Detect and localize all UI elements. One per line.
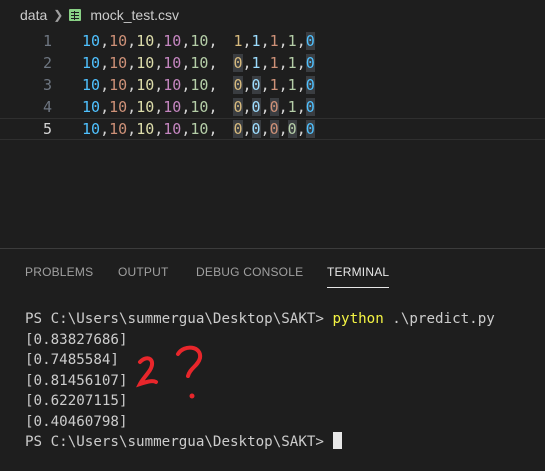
editor-line[interactable]: 4 10,10,10,10,10, 0,0,0,1,0	[0, 96, 545, 118]
csv-value: 1	[269, 76, 279, 94]
line-content: 10,10,10,10,10, 1,1,1,1,0	[82, 32, 315, 50]
csv-value: 0	[233, 98, 243, 116]
line-number: 5	[42, 120, 52, 138]
line-number: 2	[42, 54, 52, 72]
csv-value: 10	[109, 98, 128, 116]
bottom-panel: PROBLEMS OUTPUT DEBUG CONSOLE TERMINAL P…	[0, 248, 545, 471]
editor-line[interactable]: 1 10,10,10,10,10, 1,1,1,1,0	[0, 30, 545, 52]
tab-terminal[interactable]: TERMINAL	[327, 265, 390, 288]
csv-value: 10	[190, 32, 209, 50]
panel-tabs: PROBLEMS OUTPUT DEBUG CONSOLE TERMINAL	[0, 257, 545, 288]
output-line: [0.62207115]	[25, 393, 128, 409]
line-number: 4	[42, 98, 52, 116]
csv-value: 0	[305, 54, 315, 72]
output-line: [0.83827686]	[25, 331, 128, 348]
csv-value: 10	[163, 98, 182, 116]
line-content: 10,10,10,10,10, 0,1,1,1,0	[82, 54, 315, 72]
csv-value: 10	[190, 76, 209, 94]
csv-value: 10	[136, 32, 155, 50]
csv-value: 10	[109, 120, 128, 138]
tab-problems[interactable]: PROBLEMS	[25, 265, 93, 279]
csv-value: 10	[82, 76, 101, 94]
editor-line[interactable]: 2 10,10,10,10,10, 0,1,1,1,0	[0, 52, 545, 74]
csv-value: 10	[136, 120, 155, 138]
csv-value: 10	[190, 54, 209, 72]
output-line: [0.81456107]	[25, 372, 128, 389]
line-content: 10,10,10,10,10, 0,0,0,0,0	[82, 120, 315, 138]
csv-value: 1	[251, 54, 261, 72]
code-editor[interactable]: 1 10,10,10,10,10, 1,1,1,1,0 2 10,10,10,10,10…	[0, 30, 545, 245]
csv-value: 0	[251, 120, 261, 138]
terminal-output[interactable]: PS C:\Users\summergua\Desktop\SAKT> pyth…	[25, 309, 495, 453]
csv-value: 0	[251, 98, 261, 116]
csv-value: 1	[287, 54, 297, 72]
csv-value: 0	[251, 76, 261, 94]
csv-value: 1	[269, 54, 279, 72]
csv-value: 1	[287, 98, 297, 116]
terminal-cursor[interactable]	[332, 432, 342, 449]
csv-value: 10	[136, 54, 155, 72]
csv-value: 1	[233, 32, 243, 50]
csv-value: 10	[82, 32, 101, 50]
csv-value: 10	[163, 54, 182, 72]
output-line: [0.7485584]	[25, 352, 119, 368]
csv-value: 10	[136, 76, 155, 94]
line-content: 10,10,10,10,10, 0,0,0,1,0	[82, 98, 315, 116]
terminal-command-arg: .\predict.py	[383, 311, 495, 327]
csv-value: 10	[82, 98, 101, 116]
csv-value: 10	[190, 120, 209, 138]
terminal-prompt: PS C:\Users\summergua\Desktop\SAKT>	[25, 311, 333, 327]
red-question-scribble	[136, 345, 203, 399]
line-number: 1	[42, 32, 52, 50]
csv-value: 10	[136, 98, 155, 116]
csv-value: 0	[305, 120, 315, 138]
csv-value: 1	[251, 32, 261, 50]
breadcrumb-folder[interactable]: data	[20, 7, 47, 23]
csv-value: 10	[163, 32, 182, 50]
csv-value: 10	[109, 76, 128, 94]
editor-line[interactable]: 5 10,10,10,10,10, 0,0,0,0,0	[0, 118, 545, 140]
tab-output[interactable]: OUTPUT	[118, 265, 169, 279]
csv-value: 0	[305, 32, 315, 50]
csv-value: 0	[233, 120, 243, 138]
csv-value: 0	[269, 120, 279, 138]
breadcrumb: data ❯ mock_test.csv	[0, 0, 545, 30]
chevron-right-icon: ❯	[53, 8, 64, 22]
csv-value: 1	[287, 32, 297, 50]
csv-value: 10	[190, 98, 209, 116]
csv-value: 0	[305, 98, 315, 116]
csv-value: 10	[163, 120, 182, 138]
csv-value: 0	[233, 76, 243, 94]
csv-value: 10	[109, 32, 128, 50]
csv-value: 1	[269, 32, 279, 50]
csv-value: 10	[82, 54, 101, 72]
editor-line[interactable]: 3 10,10,10,10,10, 0,0,1,1,0	[0, 74, 545, 96]
csv-value: 1	[287, 76, 297, 94]
output-line: [0.40460798]	[25, 413, 128, 430]
terminal-final-prompt: PS C:\Users\summergua\Desktop\SAKT>	[25, 434, 333, 450]
csv-value: 0	[269, 98, 279, 116]
csv-value: 0	[233, 54, 243, 72]
csv-value: 10	[109, 54, 128, 72]
tab-debug-console[interactable]: DEBUG CONSOLE	[196, 265, 303, 279]
terminal-command: python	[332, 311, 384, 327]
csv-value: 10	[82, 120, 101, 138]
csv-file-icon	[69, 9, 82, 21]
breadcrumb-file[interactable]: mock_test.csv	[90, 7, 179, 23]
line-number: 3	[42, 76, 52, 94]
csv-value: 0	[287, 120, 297, 138]
line-content: 10,10,10,10,10, 0,0,1,1,0	[82, 76, 315, 94]
csv-value: 0	[305, 76, 315, 94]
csv-value: 10	[163, 76, 182, 94]
